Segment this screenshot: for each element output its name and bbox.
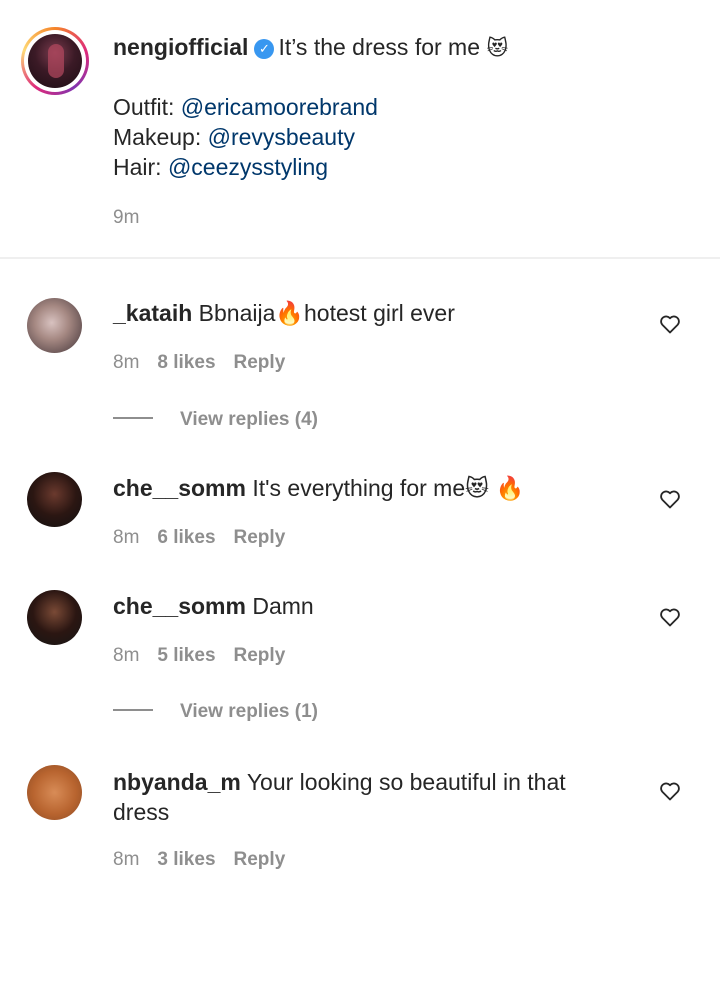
- comment-text: Bbnaija🔥hotest girl ever: [198, 300, 455, 326]
- caption-emoji: 😻: [486, 37, 509, 60]
- likes-count[interactable]: 8 likes: [157, 352, 215, 373]
- credit-makeup: Makeup: @revysbeauty: [113, 124, 355, 151]
- comment-body: che__somm Damn: [113, 593, 314, 620]
- post-author-username[interactable]: nengiofficial: [113, 34, 248, 60]
- mention-link[interactable]: @ericamoorebrand: [181, 94, 378, 120]
- reply-button[interactable]: Reply: [234, 849, 286, 870]
- reply-button[interactable]: Reply: [234, 352, 286, 373]
- divider: [0, 257, 720, 259]
- replies-rule: [113, 417, 153, 419]
- avatar[interactable]: [27, 298, 82, 353]
- view-replies-link[interactable]: View replies (4): [113, 409, 318, 431]
- comment-body: _kataih Bbnaija🔥hotest girl ever: [113, 300, 455, 327]
- avatar[interactable]: [27, 472, 82, 527]
- credit-label: Outfit:: [113, 94, 175, 120]
- comment-text: Your looking so beautiful in that: [246, 769, 566, 795]
- comment-time: 8m: [113, 849, 140, 870]
- avatar[interactable]: [27, 765, 82, 820]
- heart-outline-icon[interactable]: [658, 487, 682, 511]
- credit-label: Makeup:: [113, 124, 202, 150]
- comment-meta: 8m 8 likes Reply: [113, 352, 303, 374]
- comment-username[interactable]: nbyanda_m: [113, 769, 241, 795]
- comment-meta: 8m 5 likes Reply: [113, 645, 303, 667]
- comment-body: che__somm It's everything for me😻 🔥: [113, 475, 524, 502]
- caption-line: nengiofficial ✓ It’s the dress for me 😻: [113, 34, 508, 61]
- likes-count[interactable]: 6 likes: [157, 527, 215, 548]
- credit-outfit: Outfit: @ericamoorebrand: [113, 94, 378, 121]
- post-caption: nengiofficial ✓ It’s the dress for me 😻 Ou…: [0, 0, 720, 258]
- comment-time: 8m: [113, 527, 140, 548]
- mention-link[interactable]: @ceezysstyling: [168, 154, 328, 180]
- view-replies-label: View replies (1): [180, 701, 318, 722]
- comment-meta: 8m 3 likes Reply: [113, 849, 303, 871]
- comment-text-continued: dress: [113, 799, 170, 825]
- likes-count[interactable]: 5 likes: [157, 645, 215, 666]
- comment-username[interactable]: che__somm: [113, 593, 246, 619]
- credit-label: Hair:: [113, 154, 162, 180]
- replies-rule: [113, 709, 153, 711]
- view-replies-label: View replies (4): [180, 409, 318, 430]
- comment-username[interactable]: che__somm: [113, 475, 246, 501]
- post-timestamp: 9m: [113, 207, 140, 228]
- comment-body: nbyanda_m Your looking so beautiful in t…: [113, 767, 566, 827]
- comment-text: It's everything for me😻 🔥: [252, 475, 525, 501]
- post-author-avatar[interactable]: [21, 27, 89, 95]
- caption-text: It’s the dress for me: [278, 34, 480, 60]
- view-replies-link[interactable]: View replies (1): [113, 701, 318, 723]
- credit-hair: Hair: @ceezysstyling: [113, 154, 328, 181]
- reply-button[interactable]: Reply: [234, 645, 286, 666]
- comment-time: 8m: [113, 645, 140, 666]
- comment-username[interactable]: _kataih: [113, 300, 192, 326]
- mention-link[interactable]: @revysbeauty: [208, 124, 355, 150]
- heart-outline-icon[interactable]: [658, 605, 682, 629]
- heart-outline-icon[interactable]: [658, 779, 682, 803]
- heart-outline-icon[interactable]: [658, 312, 682, 336]
- reply-button[interactable]: Reply: [234, 527, 286, 548]
- comment-text: Damn: [252, 593, 314, 619]
- comment-meta: 8m 6 likes Reply: [113, 527, 303, 549]
- likes-count[interactable]: 3 likes: [157, 849, 215, 870]
- verified-badge-icon: ✓: [254, 39, 275, 59]
- avatar[interactable]: [27, 590, 82, 645]
- comment-time: 8m: [113, 352, 140, 373]
